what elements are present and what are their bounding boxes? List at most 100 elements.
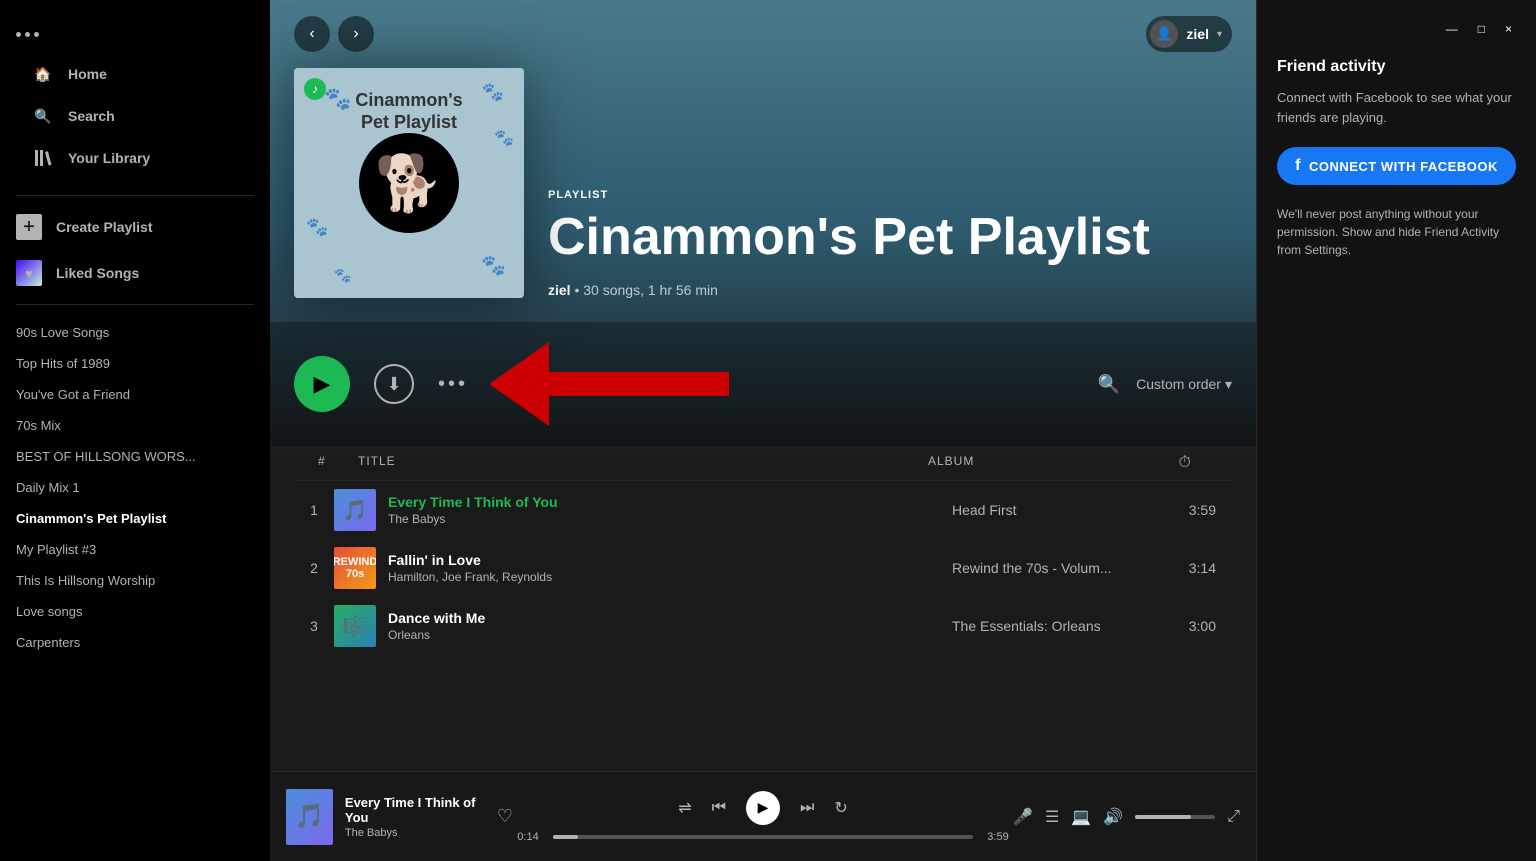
progress-bar[interactable]	[553, 835, 973, 839]
spotify-logo: ♪	[304, 78, 326, 100]
playlist-title: Cinammon's Pet Playlist	[548, 209, 1232, 266]
track-album: Head First	[952, 502, 1152, 518]
lyrics-button[interactable]: 🎤	[1013, 807, 1033, 827]
col-title: TITLE	[358, 454, 928, 472]
track-album: The Essentials: Orleans	[952, 618, 1152, 634]
table-row[interactable]: 2 REWIND70s Fallin' in Love Hamilton, Jo…	[294, 539, 1232, 597]
devices-button[interactable]: 💻	[1071, 807, 1091, 827]
playlist-item-my-playlist[interactable]: My Playlist #3	[0, 534, 270, 565]
cover-art: ♪ 🐾 🐾 🐾 🐾 🐾 🐾 Cinammon'sPet Playlist 🐕	[294, 68, 524, 298]
friend-activity-title: Friend activity	[1277, 58, 1516, 76]
create-playlist-btn[interactable]: + Create Playlist	[0, 204, 270, 250]
topbar: ‹ › 👤 ziel ▾	[270, 0, 1256, 68]
playlist-item-daily-mix[interactable]: Daily Mix 1	[0, 472, 270, 503]
sidebar-divider-1	[16, 195, 254, 196]
track-duration: 3:14	[1152, 560, 1232, 576]
forward-button[interactable]: ›	[338, 16, 374, 52]
previous-button[interactable]: ⏮	[712, 799, 726, 817]
more-options-button[interactable]: •••	[438, 373, 465, 396]
play-button[interactable]: ▶	[294, 356, 350, 412]
minimize-button[interactable]: —	[1442, 20, 1462, 38]
volume-button[interactable]: 🔊	[1103, 807, 1123, 827]
user-menu[interactable]: 👤 ziel ▾	[1146, 16, 1232, 52]
nav-search-label: Search	[68, 108, 115, 124]
track-list: 1 🎵 Every Time I Think of You The Babys …	[270, 481, 1256, 655]
play-pause-button[interactable]: ▶	[746, 791, 780, 825]
nav-home-label: Home	[68, 66, 107, 82]
player-center: ⇌ ⏮ ▶ ⏭ ↻ 0:14 3:59	[513, 791, 1013, 843]
playlist-owner: ziel	[548, 282, 571, 298]
order-chevron-icon: ▾	[1225, 376, 1232, 393]
volume-bar[interactable]	[1135, 815, 1215, 819]
playlist-item-carpenters[interactable]: Carpenters	[0, 627, 270, 658]
library-icon	[32, 147, 54, 169]
playlist-info: PLAYLIST Cinammon's Pet Playlist ziel • …	[548, 189, 1232, 298]
track-details: Every Time I Think of You The Babys	[388, 494, 558, 526]
playlist-item-cinammon[interactable]: Cinammon's Pet Playlist	[0, 503, 270, 534]
friend-activity-note: We'll never post anything without your p…	[1277, 205, 1516, 259]
shuffle-button[interactable]: ⇌	[678, 798, 691, 818]
now-playing-thumbnail: 🎵	[286, 789, 333, 845]
friend-activity-description: Connect with Facebook to see what your f…	[1277, 88, 1516, 127]
connect-facebook-button[interactable]: f CONNECT WITH FACEBOOK	[1277, 147, 1516, 185]
playlist-item-top-hits[interactable]: Top Hits of 1989	[0, 348, 270, 379]
custom-order-button[interactable]: Custom order ▾	[1136, 376, 1232, 393]
track-artist: Hamilton, Joe Frank, Reynolds	[388, 570, 552, 584]
now-playing-info: Every Time I Think of You The Babys	[345, 795, 477, 839]
playlist-item-this-is-hillsong[interactable]: This Is Hillsong Worship	[0, 565, 270, 596]
col-album: ALBUM	[928, 454, 1128, 472]
track-info: REWIND70s Fallin' in Love Hamilton, Joe …	[334, 547, 952, 589]
red-arrow-annotation	[489, 342, 729, 426]
liked-songs-btn[interactable]: ♥ Liked Songs	[0, 250, 270, 296]
track-list-header: # TITLE ALBUM ⏱	[294, 446, 1232, 481]
next-button[interactable]: ⏭	[800, 799, 814, 817]
table-row[interactable]: 3 🎼 Dance with Me Orleans The Essentials…	[294, 597, 1232, 655]
fullscreen-button[interactable]: ⤢	[1227, 808, 1240, 826]
playlist-header: ♪ 🐾 🐾 🐾 🐾 🐾 🐾 Cinammon'sPet Playlist 🐕	[270, 68, 1256, 322]
controls-right: 🔍 Custom order ▾	[1098, 374, 1232, 395]
playlist-cover: ♪ 🐾 🐾 🐾 🐾 🐾 🐾 Cinammon'sPet Playlist 🐕	[294, 68, 524, 298]
custom-order-label: Custom order	[1136, 376, 1221, 392]
track-title: Dance with Me	[388, 610, 485, 626]
track-title: Fallin' in Love	[388, 552, 552, 568]
nav-home[interactable]: 🏠 Home	[16, 53, 254, 95]
bottom-player: 🎵 Every Time I Think of You The Babys ♡ …	[270, 771, 1256, 861]
track-info: 🎼 Dance with Me Orleans	[334, 605, 952, 647]
like-button[interactable]: ♡	[497, 806, 513, 827]
sidebar: 🏠 Home 🔍 Search Your Library	[0, 0, 270, 861]
content-area: ‹ › 👤 ziel ▾ ♪ 🐾 🐾 🐾	[270, 0, 1256, 861]
playlist-item-90s-love[interactable]: 90s Love Songs	[0, 317, 270, 348]
track-details: Dance with Me Orleans	[388, 610, 485, 642]
restore-button[interactable]: □	[1474, 20, 1489, 38]
track-thumbnail: 🎼	[334, 605, 376, 647]
playlist-item-love-songs[interactable]: Love songs	[0, 596, 270, 627]
nav-search[interactable]: 🔍 Search	[16, 95, 254, 137]
now-playing: 🎵 Every Time I Think of You The Babys ♡	[286, 789, 513, 845]
track-num: 2	[294, 560, 334, 576]
download-button[interactable]: ⬇	[374, 364, 414, 404]
user-name: ziel	[1186, 26, 1209, 42]
main-content: ‹ › 👤 ziel ▾ ♪ 🐾 🐾 🐾	[270, 0, 1256, 771]
track-info: 🎵 Every Time I Think of You The Babys	[334, 489, 952, 531]
repeat-button[interactable]: ↻	[834, 798, 847, 818]
table-row[interactable]: 1 🎵 Every Time I Think of You The Babys …	[294, 481, 1232, 539]
close-button[interactable]: ×	[1501, 20, 1516, 38]
now-playing-artist: The Babys	[345, 827, 477, 839]
playlist-item-hillsong[interactable]: BEST OF HILLSONG WORS...	[0, 441, 270, 472]
track-search-button[interactable]: 🔍	[1098, 374, 1120, 395]
playlist-item-70s[interactable]: 70s Mix	[0, 410, 270, 441]
back-button[interactable]: ‹	[294, 16, 330, 52]
player-controls: ⇌ ⏮ ▶ ⏭ ↻	[678, 791, 848, 825]
playlist-details: • 30 songs, 1 hr 56 min	[574, 282, 717, 298]
cover-title: Cinammon'sPet Playlist	[355, 90, 462, 133]
queue-button[interactable]: ☰	[1045, 807, 1059, 827]
current-time: 0:14	[513, 831, 543, 843]
playlist-type: PLAYLIST	[548, 189, 1232, 201]
menu-dots	[16, 24, 254, 53]
playlist-controls: ▶ ⬇ ••• 🔍 Custom order ▾	[270, 322, 1256, 446]
search-icon: 🔍	[32, 105, 54, 127]
playlist-item-youve-got[interactable]: You've Got a Friend	[0, 379, 270, 410]
nav-library-label: Your Library	[68, 150, 150, 166]
nav-library[interactable]: Your Library	[16, 137, 254, 179]
col-duration: ⏱	[1128, 454, 1208, 472]
